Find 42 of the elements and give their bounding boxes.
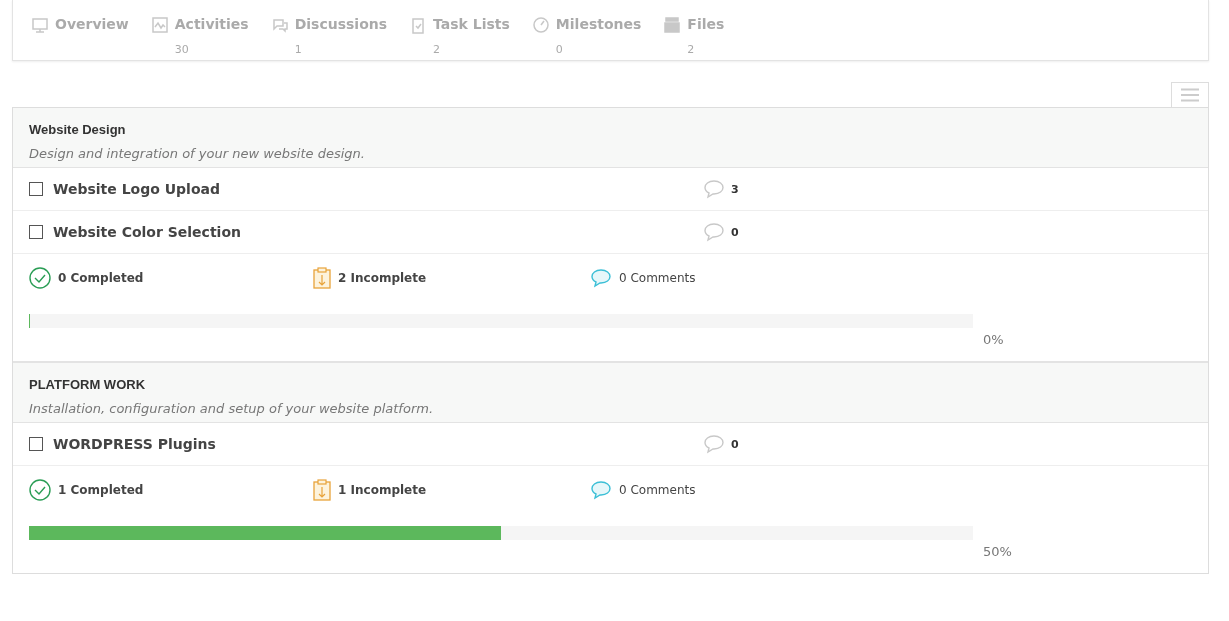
comment-count: 0 [731,437,739,451]
task-name[interactable]: Website Logo Upload [53,181,703,197]
menu-icon [1181,88,1199,102]
comment-icon [703,434,725,454]
comments-count: 0 Comments [619,483,696,497]
task-list-description: Design and integration of your new website design. [29,146,366,161]
task-list-description: Installation, configuration and setup of your website platform. [29,401,435,416]
activity-chart-icon [150,16,169,34]
progress-percent: 0% [983,332,1004,347]
task-name[interactable]: Website Color Selection [53,224,703,240]
comments-count: 0 Comments [619,271,696,285]
incomplete-count: 1 Incomplete [338,483,427,497]
monitor-icon [31,16,49,34]
comment-count: 3 [731,182,739,196]
comment-icon [590,480,612,500]
task-list-title: Website Design [29,122,127,137]
archive-box-icon [663,16,682,34]
speech-bubbles-icon [270,16,289,34]
nav-tab[interactable]: Files 2 [663,0,725,60]
completed-count: 1 Completed [58,483,144,497]
comment-icon [590,268,612,288]
completed-count: 0 Completed [58,271,144,285]
clipboard-down-icon [313,267,331,289]
task-checkbox[interactable] [29,225,43,239]
gauge-icon [531,16,550,34]
nav-tab[interactable]: Overview [31,0,129,60]
nav-tab[interactable]: Discussions 1 [270,0,388,60]
incomplete-count: 2 Incomplete [338,271,427,285]
task-checkbox[interactable] [29,437,43,451]
progress-percent: 50% [983,544,1012,559]
nav-tab[interactable]: Milestones 0 [531,0,642,60]
nav-tab[interactable]: Activities 30 [150,0,249,60]
comment-icon [703,222,725,242]
check-circle-icon [29,267,51,289]
comment-icon [703,179,725,199]
nav-tab[interactable]: Task Lists 2 [409,0,510,60]
task-checkbox[interactable] [29,182,43,196]
comment-count: 0 [731,225,739,239]
clipboard-down-icon [313,479,331,501]
task-list-title: PLATFORM WORK [29,377,147,392]
task-name[interactable]: WORDPRESS Plugins [53,436,703,452]
check-circle-icon [29,479,51,501]
